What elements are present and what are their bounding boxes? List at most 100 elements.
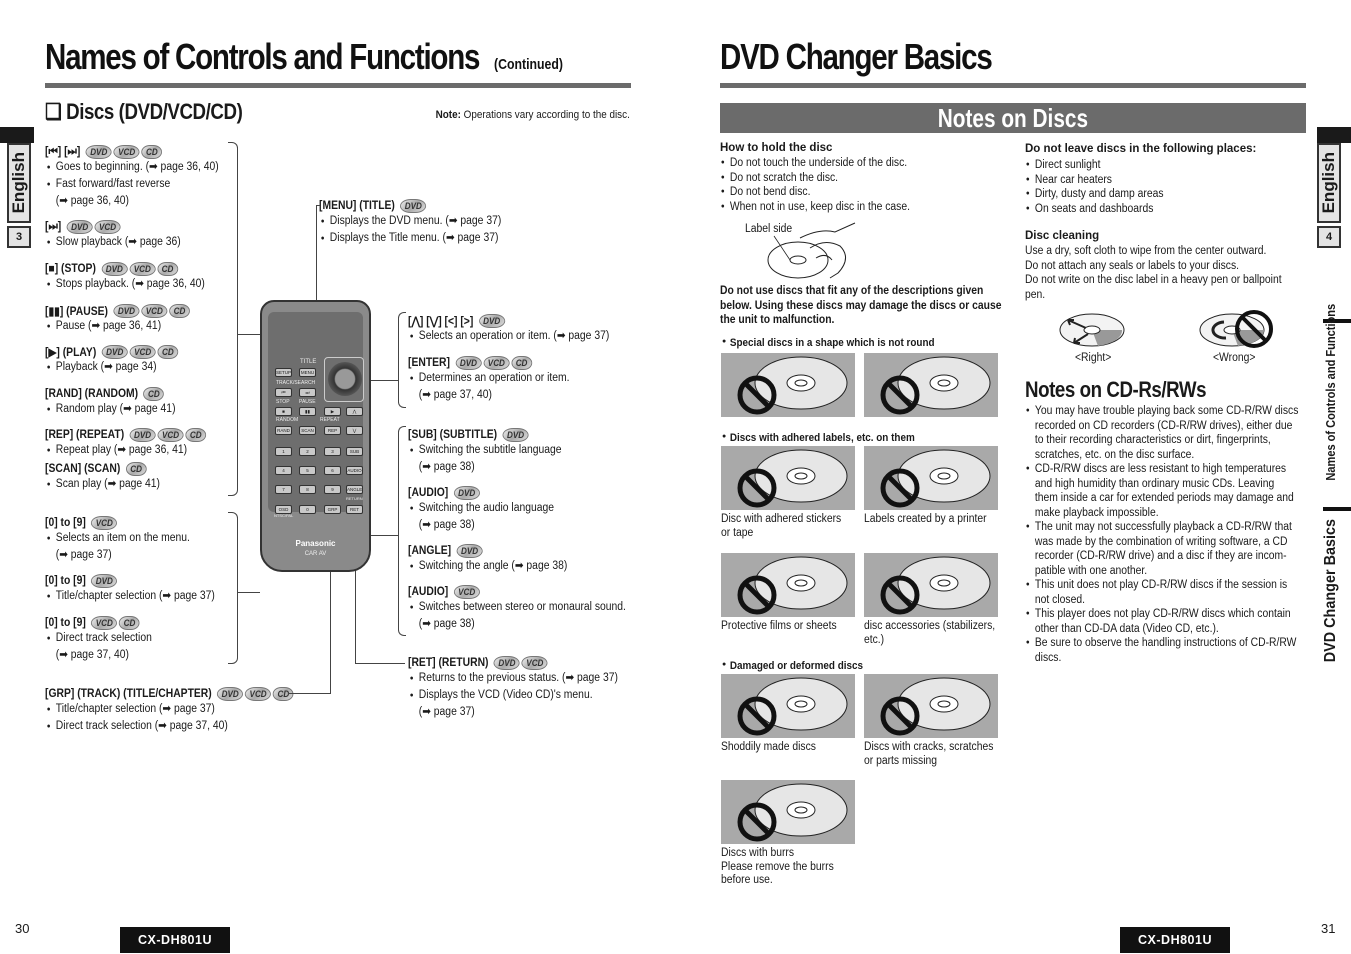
hold-heading: How to hold the disc	[720, 142, 833, 154]
control-item: [0] to [9] DVDTitle/chapter selection (➡ …	[45, 574, 234, 605]
disc-type-badge: VCD	[91, 616, 118, 630]
disc-illustration	[864, 446, 998, 510]
cdr-bullet-line: was made by the combination of writing s…	[1034, 535, 1288, 548]
cdr-bullets: You may have trouble playing back some C…	[1025, 404, 1329, 665]
disc-type-badge: DVD	[101, 345, 128, 359]
bracket-sub-audio	[398, 426, 406, 636]
control-item-description: (➡ page 38)	[418, 519, 475, 531]
left-model-label: CX-DH801U	[120, 927, 230, 953]
remote-button[interactable]: SCAN	[299, 426, 316, 435]
left-title-rule	[45, 83, 631, 88]
remote-button[interactable]: 5	[299, 466, 316, 475]
remote-button[interactable]: GRP	[324, 505, 341, 514]
remote-button[interactable]: SETUP	[275, 368, 292, 377]
control-item-description: Goes to beginning. (➡ page 36, 40)	[45, 159, 219, 176]
control-item: [▶] (PLAY) DVDVCDCDPlayback (➡ page 34)	[45, 345, 193, 376]
remote-button[interactable]: 3	[324, 447, 341, 456]
leader-grp-h	[288, 693, 331, 695]
remote-button[interactable]: AUDIO	[346, 466, 363, 475]
remote-button[interactable]: 6	[324, 466, 341, 475]
disc-caption: Shoddily made discs	[721, 741, 816, 755]
warning-line: Do not use discs that fit any of the des…	[720, 285, 984, 297]
remote-button[interactable]: ANGLE	[346, 485, 363, 494]
remote-button[interactable]: REP	[324, 426, 341, 435]
remote-button[interactable]: ▶	[324, 407, 341, 416]
control-item-description: Fast forward/fast reverse	[45, 176, 219, 193]
cdr-bullet-line: patible with one another.	[1034, 564, 1148, 577]
enter-joystick[interactable]	[328, 362, 362, 396]
control-item: [SCAN] (SCAN) CDScan play (➡ page 41)	[45, 462, 173, 493]
disc-group-heading: Damaged or deformed discs	[729, 660, 864, 672]
right-side-tab-language[interactable]: English	[1317, 143, 1341, 223]
disc-illustration	[721, 674, 855, 738]
remote-button[interactable]: OSD	[275, 505, 292, 514]
remote-button[interactable]: MENU	[299, 368, 316, 377]
control-item: [RAND] (RANDOM) CDRandom play (➡ page 41)	[45, 387, 190, 418]
control-item-description: (➡ page 37, 40)	[55, 649, 129, 661]
remote-button[interactable]: 8	[299, 485, 316, 494]
control-item-description: (➡ page 38)	[418, 461, 475, 473]
remote-button[interactable]: ■	[275, 407, 292, 416]
remote-button[interactable]: 7	[275, 485, 292, 494]
side-tab-language[interactable]: English	[7, 143, 31, 223]
remote-button[interactable]: SUB	[346, 447, 363, 456]
warning-text: Do not use discs that fit any of the des…	[720, 284, 1033, 328]
cdr-bullet-line: scratches, etc. on the disc surface.	[1034, 448, 1195, 461]
disc-caption-line: disc accessories (stabilizers,	[864, 620, 996, 632]
remote-button[interactable]: ⏮	[275, 388, 292, 397]
disc-type-badge: VCD	[483, 356, 510, 370]
remote-button[interactable]: 4	[275, 466, 292, 475]
bullet-dot: ●	[722, 338, 727, 345]
remote-button[interactable]: 0	[299, 505, 316, 514]
disc-type-badge: VCD	[157, 428, 184, 442]
disc-type-badge: VCD	[453, 585, 480, 599]
disc-type-badge: DVD	[91, 574, 118, 588]
remote-button[interactable]: 9	[324, 485, 341, 494]
control-key-label: [0] to [9]	[45, 617, 86, 629]
side-tab-language-label: English	[9, 152, 28, 214]
bracket-numbers	[228, 512, 238, 664]
places-bullet: Direct sunlight	[1025, 158, 1164, 173]
control-item-description: Returns to the previous status. (➡ page …	[408, 670, 618, 687]
disc-illustration	[721, 446, 855, 510]
warning-line: the unit to malfunction.	[720, 314, 835, 326]
control-item-heading: [MENU] (TITLE) DVD	[319, 199, 501, 213]
control-item-description: Selects an item on the menu.	[45, 530, 190, 547]
disc-caption-line: etc.)	[864, 633, 885, 646]
control-item-heading: [▶] (PLAY) DVD VCD CD	[45, 345, 179, 359]
remote-button[interactable]: RET	[346, 505, 363, 514]
control-item-heading: [0] to [9] VCD CD	[45, 616, 152, 630]
disc-caption: Protective films or sheets	[721, 620, 837, 634]
remote-button[interactable]: ▮▮	[299, 407, 316, 416]
control-key-label: [MENU] (TITLE)	[319, 200, 395, 212]
remote-button[interactable]: ⋁	[346, 426, 363, 435]
control-item: [ENTER] DVDVCDCDDetermines an operation o…	[408, 356, 587, 404]
bracket-cursor	[398, 312, 406, 408]
disc-type-badge: DVD	[85, 145, 112, 159]
remote-label-title: TITLE	[300, 359, 317, 365]
control-key-label: [AUDIO]	[408, 586, 449, 598]
remote-button[interactable]: RAND	[275, 426, 292, 435]
disc-type-badge: DVD	[455, 356, 482, 370]
remote-button[interactable]: 2	[299, 447, 316, 456]
disc-caption-line: before use.	[721, 874, 773, 886]
disc-illustration	[721, 553, 855, 617]
remote-button[interactable]: ⏭	[299, 388, 316, 397]
disc-type-badge: VCD	[129, 262, 156, 276]
remote-button[interactable]: ⋀	[346, 407, 363, 416]
control-item: [AUDIO] DVDSwitching the audio language (➡…	[408, 486, 570, 534]
disc-icon	[737, 356, 848, 415]
disc-type-badge: VCD	[245, 687, 272, 701]
disc-type-badge: VCD	[141, 304, 168, 318]
disc-icon	[880, 677, 991, 736]
control-item-description: Pause (➡ page 36, 41)	[45, 318, 190, 335]
control-item-heading: [0] to [9] VCD	[45, 516, 190, 530]
remote-button[interactable]: 1	[275, 447, 292, 456]
control-key-label: [⋀] [⋁] [<] [>]	[408, 316, 474, 328]
cleaning-line: Do not write on the disc label in a heav…	[1025, 274, 1282, 286]
hold-disc-illustration	[767, 222, 856, 279]
control-item-description: Determines an operation or item.	[408, 370, 570, 387]
disc-icon	[737, 677, 848, 736]
remote-label-pause: PAUSE	[299, 399, 316, 405]
control-key-label: [REP] (REPEAT)	[45, 429, 125, 441]
